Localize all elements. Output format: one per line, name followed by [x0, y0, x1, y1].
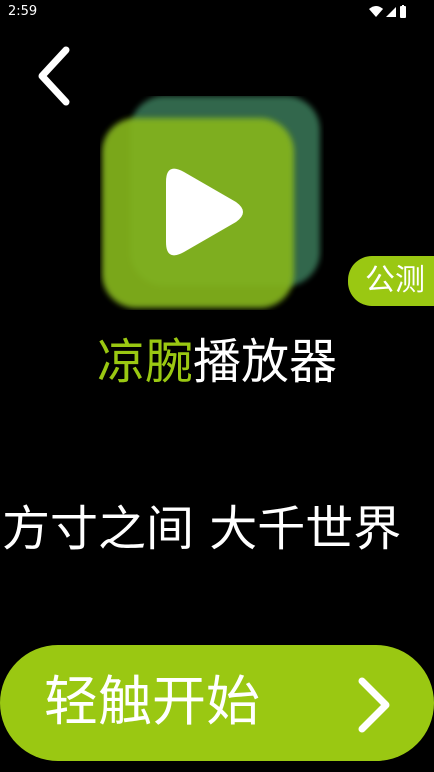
app-logo: [102, 96, 320, 308]
beta-badge: 公测: [348, 256, 434, 306]
battery-icon: [400, 5, 406, 18]
start-button[interactable]: 轻触开始: [0, 645, 434, 761]
app-title-rest: 播放器: [193, 334, 338, 390]
start-button-label: 轻触开始: [44, 670, 260, 733]
chevron-right-icon: [358, 677, 390, 733]
status-bar: 2:59: [0, 0, 434, 24]
app-title: 凉腕播放器: [0, 330, 434, 394]
cell-signal-icon: [386, 7, 396, 17]
wifi-icon: [369, 6, 383, 17]
chevron-left-icon: [38, 46, 70, 106]
app-title-accent: 凉腕: [96, 334, 193, 390]
slogan: 方寸之间 大千世界: [2, 501, 402, 557]
status-icons: [369, 5, 406, 18]
status-time: 2:59: [8, 4, 38, 19]
back-button[interactable]: [30, 44, 80, 108]
